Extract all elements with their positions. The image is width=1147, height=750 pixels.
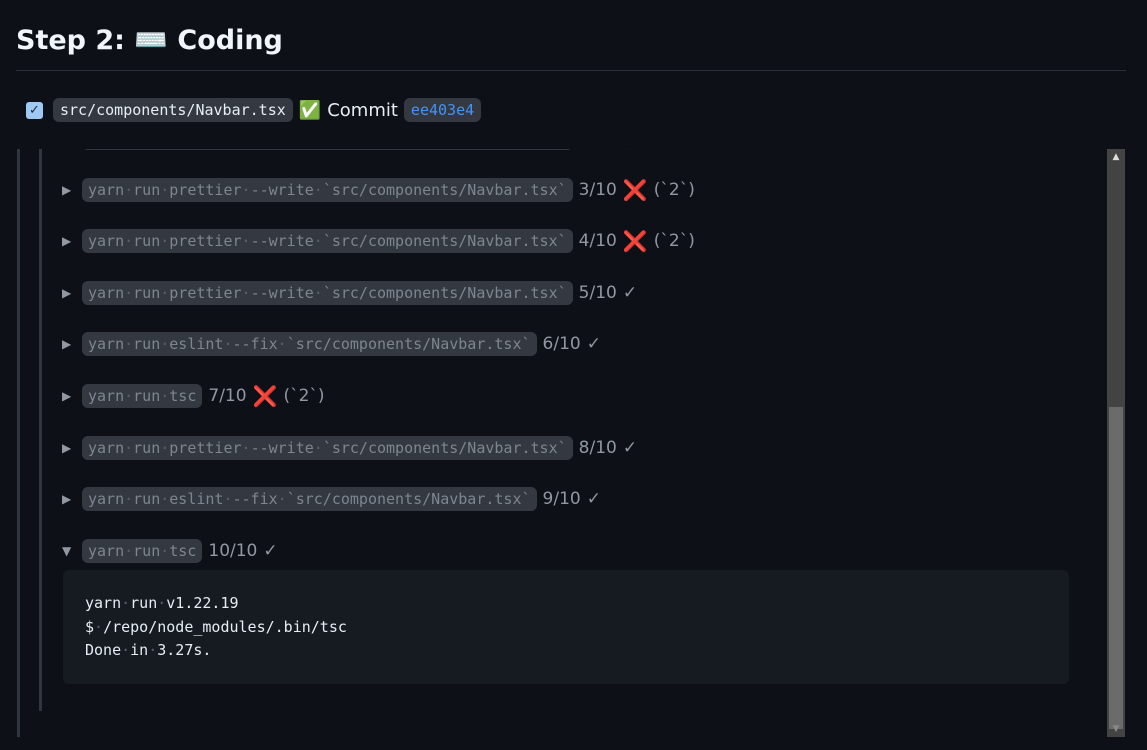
step-progress: 5/10 bbox=[578, 282, 617, 303]
step-row[interactable]: ▶ yarn·run·eslint·--fix·`src/components/… bbox=[62, 487, 601, 512]
step-progress: 6/10 bbox=[542, 334, 581, 355]
step-progress: 9/10 bbox=[542, 489, 581, 510]
page-title: Step 2: ⌨️ Coding bbox=[16, 25, 283, 56]
step-command: yarn·run·tsc bbox=[82, 538, 203, 563]
step-command: yarn·run·eslint·--fix·`src/components/Na… bbox=[82, 332, 537, 357]
scroll-up-arrow-icon[interactable]: ▲ bbox=[1107, 152, 1125, 162]
collapsed-triangle-icon[interactable]: ▶ bbox=[62, 337, 76, 351]
success-check-icon: ✓ bbox=[586, 334, 601, 355]
scrollbar-thumb[interactable] bbox=[1109, 407, 1123, 729]
commit-hash-link[interactable]: ee403e4 bbox=[403, 98, 482, 122]
scrollbar[interactable]: ▲ ▼ bbox=[1107, 149, 1125, 737]
collapsed-triangle-icon[interactable]: ▶ bbox=[62, 183, 76, 197]
exit-code: (`2`) bbox=[653, 231, 695, 252]
step-progress: 8/10 bbox=[578, 437, 617, 458]
divider bbox=[16, 70, 1126, 71]
scroll-down-arrow-icon[interactable]: ▼ bbox=[1107, 724, 1125, 734]
task-checkbox[interactable]: ✓ bbox=[26, 101, 43, 119]
fail-cross-icon: ❌ bbox=[623, 149, 648, 150]
step-command: yarn·run·prettier·--write·`src/component… bbox=[82, 280, 573, 305]
check-emoji-icon: ✅ bbox=[298, 99, 322, 121]
step-command: yarn·run·prettier·--write·`src/component… bbox=[82, 177, 573, 202]
steps-scroll-area: ▶ yarn·run·prettier·--write·`src/compone… bbox=[0, 149, 1100, 737]
output-line: $·/repo/node_modules/.bin/tsc bbox=[85, 618, 347, 636]
step-row[interactable]: ▶ yarn·run·eslint·--fix·`src/components/… bbox=[62, 332, 601, 357]
collapsed-triangle-icon[interactable]: ▶ bbox=[62, 492, 76, 506]
step-progress: 10/10 bbox=[208, 540, 258, 561]
step-row[interactable]: ▶ yarn·run·prettier·--write·`src/compone… bbox=[62, 435, 638, 460]
command-output: yarn·run·v1.22.19 $·/repo/node_modules/.… bbox=[63, 570, 1069, 684]
step-command: yarn·run·prettier·--write·`src/component… bbox=[82, 435, 573, 460]
step-progress: 4/10 bbox=[578, 231, 617, 252]
step-progress: 7/10 bbox=[208, 386, 247, 406]
task-item: ✓ src/components/Navbar.tsx ✅ Commit ee4… bbox=[26, 98, 482, 122]
success-check-icon: ✓ bbox=[622, 437, 638, 458]
step-command: yarn·run·prettier·--write·`src/component… bbox=[82, 149, 573, 150]
collapsed-triangle-icon[interactable]: ▶ bbox=[62, 389, 76, 403]
collapsed-triangle-icon[interactable]: ▶ bbox=[62, 286, 76, 300]
fail-cross-icon: ❌ bbox=[622, 229, 648, 254]
collapsed-triangle-icon[interactable]: ▶ bbox=[62, 441, 76, 455]
step-row[interactable]: ▶ yarn·run·tsc 7/10 ❌ (`2`) bbox=[62, 384, 325, 408]
success-check-icon: ✓ bbox=[586, 489, 601, 510]
step-row[interactable]: ▶ yarn·run·prettier·--write·`src/compone… bbox=[62, 149, 695, 150]
step-command: yarn·run·prettier·--write·`src/component… bbox=[82, 229, 573, 254]
fail-cross-icon: ❌ bbox=[252, 384, 278, 408]
exit-code: (`2`) bbox=[653, 179, 695, 200]
step-row[interactable]: ▶ yarn·run·prettier·--write·`src/compone… bbox=[62, 177, 695, 202]
output-line: yarn·run·v1.22.19 bbox=[85, 594, 239, 612]
step-command: yarn·run·tsc bbox=[82, 384, 203, 408]
success-check-icon: ✓ bbox=[622, 282, 638, 303]
exit-code: (`2`) bbox=[283, 386, 325, 406]
commit-label: Commit bbox=[327, 99, 398, 121]
output-line: Done·in·3.27s. bbox=[85, 641, 212, 659]
step-row[interactable]: ▼ yarn·run·tsc 10/10 ✓ bbox=[62, 538, 278, 563]
step-row[interactable]: ▶ yarn·run·prettier·--write·`src/compone… bbox=[62, 280, 638, 305]
step-command: yarn·run·eslint·--fix·`src/components/Na… bbox=[82, 487, 537, 512]
step-row[interactable]: ▶ yarn·run·prettier·--write·`src/compone… bbox=[62, 229, 695, 254]
file-path: src/components/Navbar.tsx bbox=[53, 98, 293, 122]
collapsed-triangle-icon[interactable]: ▶ bbox=[62, 234, 76, 248]
fail-cross-icon: ❌ bbox=[622, 177, 648, 202]
step-progress: 3/10 bbox=[578, 179, 617, 200]
success-check-icon: ✓ bbox=[263, 540, 278, 561]
expanded-triangle-icon[interactable]: ▼ bbox=[62, 544, 76, 558]
